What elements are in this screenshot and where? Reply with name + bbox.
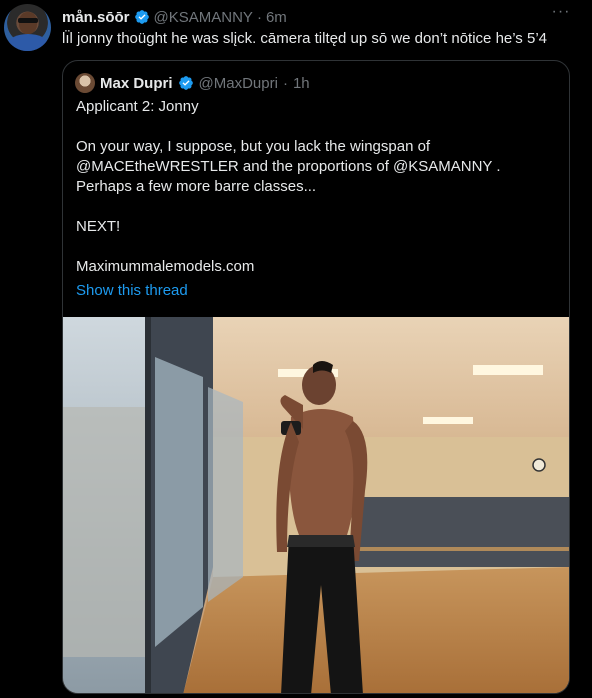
author-avatar[interactable] xyxy=(4,4,51,51)
author-name[interactable]: mån.sōōr xyxy=(62,9,130,26)
quoted-tweet-header: Max Dupri @MaxDupri · 1h xyxy=(75,73,310,93)
separator-dot: · xyxy=(256,8,262,26)
tweet-photo[interactable] xyxy=(63,317,569,693)
quoted-text-line: On your way, I suppose, but you lack the… xyxy=(76,138,431,155)
verified-badge-icon xyxy=(178,76,193,90)
quoted-text-line: Applicant 2: Jonny xyxy=(76,98,199,115)
quoted-text-line: Perhaps a few more barre classes... xyxy=(76,178,317,195)
quoted-link-text[interactable]: Maximummalemodels.com xyxy=(76,257,556,277)
verified-badge-icon xyxy=(134,10,149,24)
more-options-icon[interactable]: ··· xyxy=(549,4,573,25)
separator-dot: · xyxy=(282,74,288,92)
quoted-author-handle[interactable]: @MaxDupri xyxy=(199,75,278,92)
tweet-header: mån.sōōr @KSAMANNY · 6m xyxy=(62,7,287,27)
tweet-timestamp[interactable]: 6m xyxy=(266,9,287,26)
quoted-tweet[interactable]: Max Dupri @MaxDupri · 1h Applicant 2: Jo… xyxy=(62,60,570,694)
tweet-text: lı̈l jonny thoüght he was slįck. cāmera … xyxy=(62,30,547,47)
gym-photo-image xyxy=(63,317,569,693)
show-thread-link[interactable]: Show this thread xyxy=(76,282,188,299)
quoted-author-name[interactable]: Max Dupri xyxy=(100,75,173,92)
quoted-tweet-timestamp[interactable]: 1h xyxy=(293,75,310,92)
quoted-text-line: NEXT! xyxy=(76,218,121,235)
quoted-author-avatar[interactable] xyxy=(75,73,95,93)
quoted-tweet-text: Applicant 2: Jonny On your way, I suppos… xyxy=(76,97,556,277)
quoted-text-line: @MACEtheWRESTLER and the proportions of … xyxy=(76,158,501,175)
tweet: mån.sōōr @KSAMANNY · 6m ··· lı̈l jonny t… xyxy=(0,0,592,698)
author-handle[interactable]: @KSAMANNY xyxy=(154,9,253,26)
